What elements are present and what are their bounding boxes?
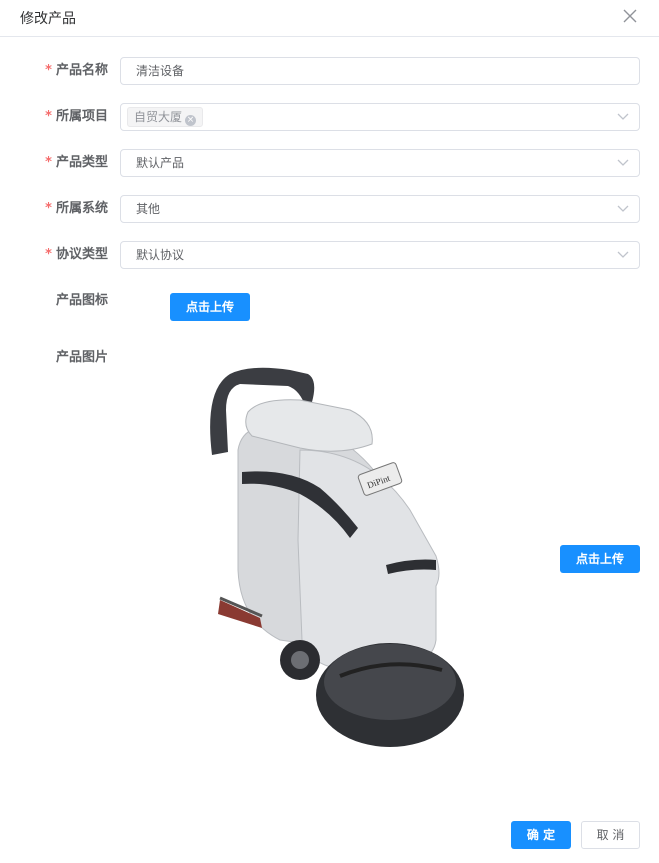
name-row: * 产品名称 清洁设备 bbox=[0, 57, 659, 85]
chevron-down-icon bbox=[617, 113, 629, 120]
protocol-row: * 协议类型 默认协议 bbox=[0, 241, 659, 269]
product-name-input[interactable]: 清洁设备 bbox=[120, 57, 640, 85]
chevron-down-icon bbox=[617, 159, 629, 166]
icon-row: 产品图标 bbox=[0, 287, 659, 315]
product-image: DiPint bbox=[210, 367, 464, 747]
system-row: * 所属系统 其他 bbox=[0, 195, 659, 223]
system-select[interactable]: 其他 bbox=[120, 195, 640, 223]
image-label: 产品图片 bbox=[55, 350, 108, 365]
image-upload-button[interactable]: 点击上传 bbox=[560, 545, 640, 573]
icon-label: 产品图标 bbox=[55, 293, 108, 308]
tag-close-icon[interactable]: × bbox=[185, 115, 197, 126]
cancel-button[interactable]: 取 消 bbox=[581, 821, 640, 849]
dialog-header: 修改产品 bbox=[0, 0, 659, 37]
chevron-down-icon bbox=[617, 251, 629, 258]
project-row: * 所属项目 自贸大厦 × bbox=[0, 103, 659, 131]
chevron-down-icon bbox=[617, 205, 629, 212]
type-row: * 产品类型 默认产品 bbox=[0, 149, 659, 177]
close-icon[interactable] bbox=[621, 7, 639, 25]
name-label: * 产品名称 bbox=[45, 63, 108, 78]
project-select[interactable]: 自贸大厦 × bbox=[120, 103, 640, 131]
dialog-title: 修改产品 bbox=[20, 11, 76, 27]
confirm-button[interactable]: 确 定 bbox=[511, 821, 571, 849]
type-label: * 产品类型 bbox=[45, 155, 108, 170]
project-label: * 所属项目 bbox=[45, 109, 108, 124]
project-tag: 自贸大厦 × bbox=[127, 107, 204, 127]
system-label: * 所属系统 bbox=[45, 201, 108, 216]
product-type-select[interactable]: 默认产品 bbox=[120, 149, 640, 177]
protocol-select[interactable]: 默认协议 bbox=[120, 241, 640, 269]
icon-upload-button[interactable]: 点击上传 bbox=[170, 293, 250, 321]
protocol-label: * 协议类型 bbox=[45, 247, 108, 262]
